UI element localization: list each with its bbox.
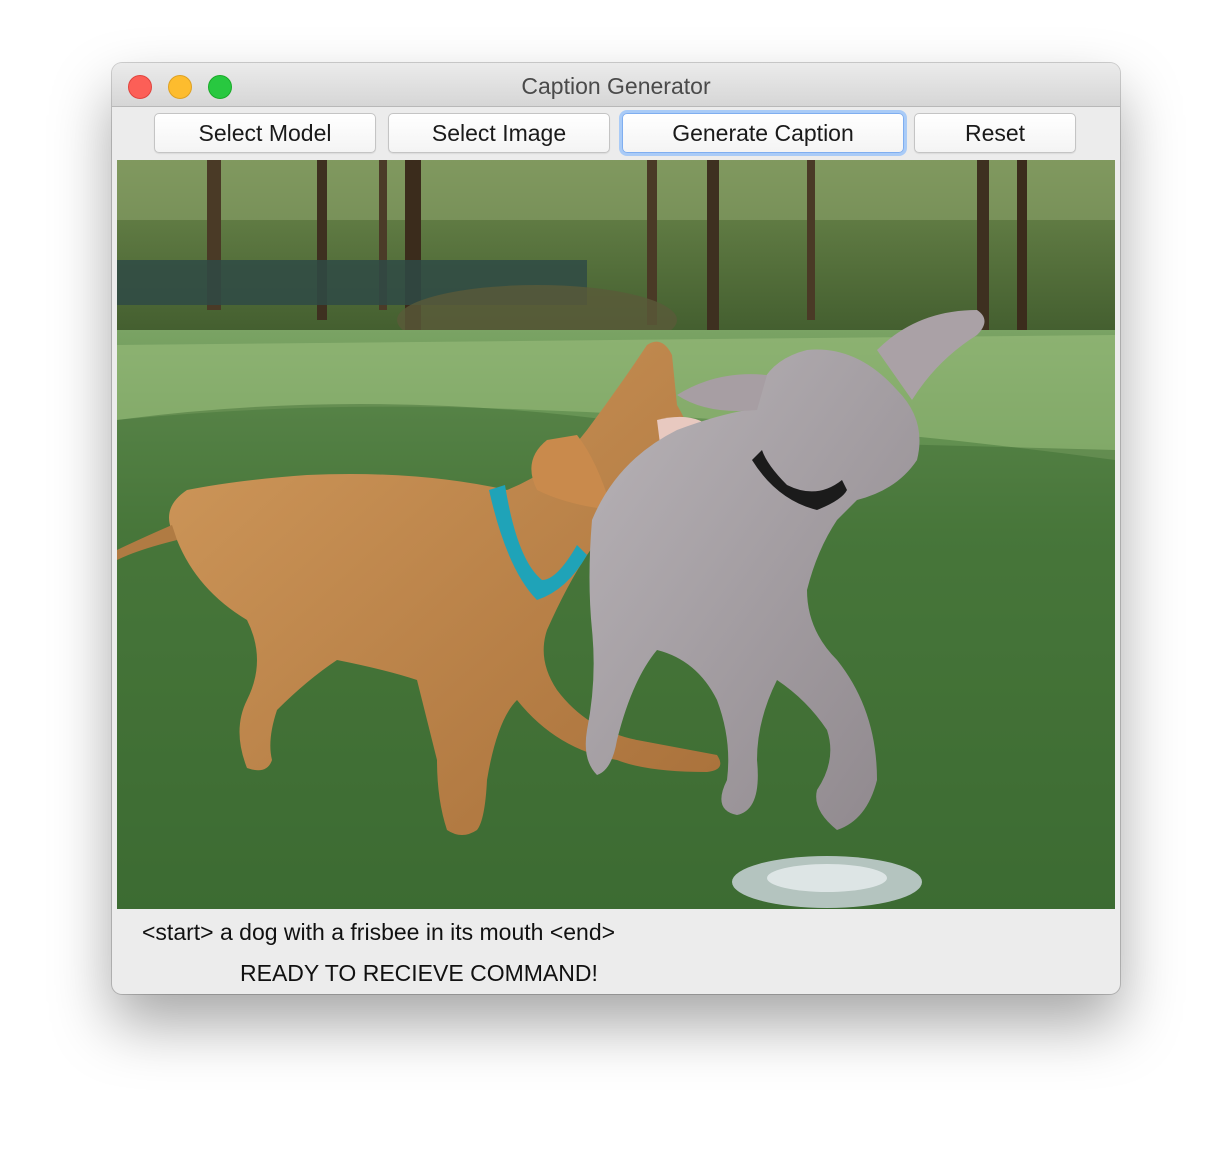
image-preview	[117, 160, 1115, 909]
caption-output: <start> a dog with a frisbee in its mout…	[142, 919, 616, 945]
caption-generator-window: Caption Generator Select Model Select Im…	[112, 63, 1120, 994]
generate-caption-button[interactable]: Generate Caption	[622, 113, 904, 153]
select-model-button[interactable]: Select Model	[154, 113, 376, 153]
water-bottle	[732, 856, 922, 908]
window-title: Caption Generator	[521, 73, 711, 99]
select-image-button[interactable]: Select Image	[388, 113, 610, 153]
toolbar: Select Model Select Image Generate Capti…	[112, 107, 1120, 160]
dogs-photo	[117, 160, 1115, 909]
reset-button[interactable]: Reset	[914, 113, 1076, 153]
title-bar[interactable]: Caption Generator	[112, 63, 1120, 107]
status-text: READY TO RECIEVE COMMAND!	[240, 960, 598, 986]
